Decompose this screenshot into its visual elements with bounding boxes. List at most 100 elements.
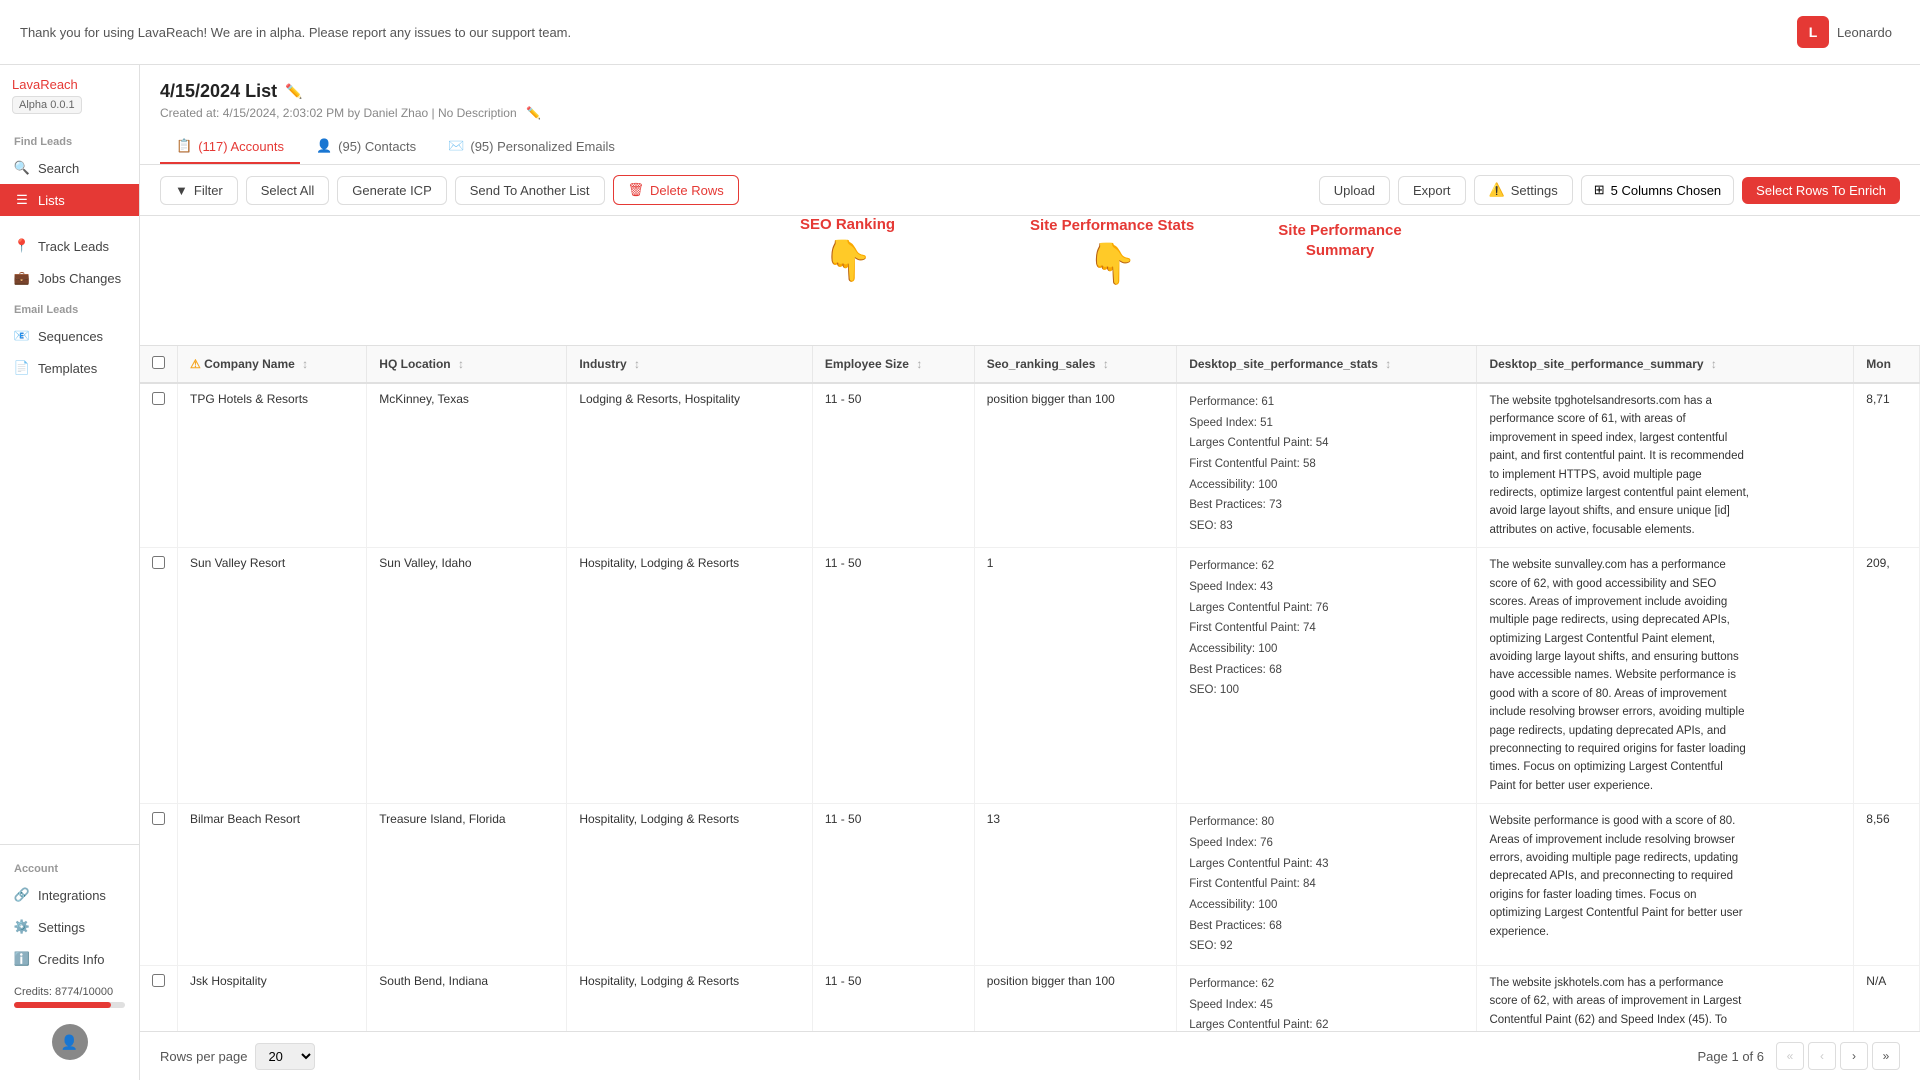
table-header-row: ⚠ Company Name ↕ HQ Location ↕ Industry … xyxy=(140,346,1920,383)
select-all-checkbox[interactable] xyxy=(152,356,165,369)
site-perf-stats-label: Site Performance Stats xyxy=(1030,216,1194,236)
user-avatar-bottom[interactable]: 👤 xyxy=(52,1024,88,1060)
col-chooser-button[interactable]: ⊞ 5 Columns Chosen xyxy=(1581,175,1734,205)
cell-seo-ranking: 1 xyxy=(974,548,1176,804)
delete-rows-button[interactable]: 🗑 Delete Rows xyxy=(613,175,739,205)
sidebar-item-lists[interactable]: ☰ Lists xyxy=(0,184,139,216)
filter-icon: ▼ xyxy=(175,183,188,198)
track-leads-section xyxy=(0,216,139,230)
toolbar-right: Upload Export ⚠️ ⚠ Settings Settings ⊞ 5… xyxy=(1319,175,1900,205)
sidebar-item-jobs-changes[interactable]: 💼 Jobs Changes xyxy=(0,262,139,294)
settings-button[interactable]: ⚠️ ⚠ Settings Settings xyxy=(1474,175,1573,205)
seo-ranking-label: SEO Ranking xyxy=(800,216,895,233)
sidebar-item-settings[interactable]: ⚙️ Settings xyxy=(0,911,139,943)
edit-title-icon[interactable]: ✏️ xyxy=(285,83,302,100)
generate-icp-label: Generate ICP xyxy=(352,183,432,198)
logo: LavaReach Alpha 0.0.1 xyxy=(0,77,139,126)
cell-company: Jsk Hospitality xyxy=(178,966,367,1031)
cell-mon: 209, xyxy=(1854,548,1920,804)
select-rows-enrich-button[interactable]: Select Rows To Enrich xyxy=(1742,177,1900,204)
sidebar-item-templates[interactable]: 📄 Templates xyxy=(0,352,139,384)
logo-lava: Lava xyxy=(12,77,40,92)
sort-hq-icon[interactable]: ↕ xyxy=(458,357,464,371)
tab-accounts-label: (117) Accounts xyxy=(198,139,284,154)
cell-industry: Hospitality, Lodging & Resorts xyxy=(567,966,813,1031)
credits-bar-container: Credits: 8774/10000 xyxy=(0,975,139,1016)
sidebar-item-search[interactable]: 🔍 Search xyxy=(0,152,139,184)
row-checkbox-cell xyxy=(140,804,178,966)
top-banner: Thank you for using LavaReach! We are in… xyxy=(0,0,1920,65)
th-checkbox xyxy=(140,346,178,383)
perf-stats-content: Performance: 62Speed Index: 45Larges Con… xyxy=(1189,974,1464,1031)
credits-icon: ℹ️ xyxy=(14,951,30,967)
delete-rows-label: Delete Rows xyxy=(650,183,724,198)
row-checkbox[interactable] xyxy=(152,812,165,825)
first-page-btn[interactable]: « xyxy=(1776,1042,1804,1070)
send-to-list-button[interactable]: Send To Another List xyxy=(455,176,605,205)
table-body: TPG Hotels & Resorts McKinney, Texas Lod… xyxy=(140,383,1920,1031)
cell-hq: McKinney, Texas xyxy=(367,383,567,548)
row-checkbox[interactable] xyxy=(152,392,165,405)
sidebar-item-credits-info[interactable]: ℹ️ Credits Info xyxy=(0,943,139,975)
sidebar-item-sequences[interactable]: 📧 Sequences xyxy=(0,320,139,352)
sidebar-integrations-label: Integrations xyxy=(38,888,106,903)
filter-button[interactable]: ▼ Filter xyxy=(160,176,238,205)
sort-industry-icon[interactable]: ↕ xyxy=(634,357,640,371)
sidebar-item-integrations[interactable]: 🔗 Integrations xyxy=(0,879,139,911)
user-menu-button[interactable]: L Leonardo xyxy=(1789,12,1900,52)
th-mon: Mon xyxy=(1854,346,1920,383)
column-tooltips-area: SEO Ranking 👇 Site Performance Stats 👇 S… xyxy=(140,216,1920,346)
rows-per-page-select[interactable]: 20 50 100 xyxy=(255,1043,315,1070)
th-hq-label: HQ Location xyxy=(379,357,450,371)
cell-employee-size: 11 - 50 xyxy=(812,548,974,804)
trash-icon: 🗑 xyxy=(628,182,645,198)
pagination-bar: Rows per page 20 50 100 Page 1 of 6 « ‹ … xyxy=(140,1031,1920,1080)
sort-perf-stats-icon[interactable]: ↕ xyxy=(1385,357,1391,371)
sort-seo-icon[interactable]: ↕ xyxy=(1103,357,1109,371)
select-all-button[interactable]: Select All xyxy=(246,176,329,205)
tab-emails[interactable]: ✉️ (95) Personalized Emails xyxy=(432,130,631,164)
cell-perf-stats: Performance: 80Speed Index: 76Larges Con… xyxy=(1177,804,1477,966)
tab-accounts[interactable]: 📋 (117) Accounts xyxy=(160,130,300,164)
row-checkbox[interactable] xyxy=(152,974,165,987)
next-page-btn[interactable]: › xyxy=(1840,1042,1868,1070)
cell-industry: Hospitality, Lodging & Resorts xyxy=(567,804,813,966)
sort-company-icon[interactable]: ↕ xyxy=(302,357,308,371)
cell-perf-summary: The website jskhotels.com has a performa… xyxy=(1477,966,1854,1031)
sidebar-search-label: Search xyxy=(38,161,79,176)
summary-text-content: The website jskhotels.com has a performa… xyxy=(1489,974,1749,1031)
table-row: TPG Hotels & Resorts McKinney, Texas Lod… xyxy=(140,383,1920,548)
prev-page-btn[interactable]: ‹ xyxy=(1808,1042,1836,1070)
perf-stats-content: Performance: 80Speed Index: 76Larges Con… xyxy=(1189,812,1464,957)
table-row: Sun Valley Resort Sun Valley, Idaho Hosp… xyxy=(140,548,1920,804)
logo-text: LavaReach xyxy=(12,77,127,92)
tab-contacts[interactable]: 👤 (95) Contacts xyxy=(300,130,432,164)
edit-meta-icon[interactable]: ✏️ xyxy=(526,106,541,120)
export-button[interactable]: Export xyxy=(1398,176,1466,205)
row-checkbox[interactable] xyxy=(152,556,165,569)
cell-perf-summary: The website sunvalley.com has a performa… xyxy=(1477,548,1854,804)
tab-emails-icon: ✉️ xyxy=(448,138,464,154)
table-container[interactable]: ⚠ Company Name ↕ HQ Location ↕ Industry … xyxy=(140,346,1920,1031)
sort-perf-summary-icon[interactable]: ↕ xyxy=(1711,357,1717,371)
account-section: Account xyxy=(0,853,139,879)
upload-button[interactable]: Upload xyxy=(1319,176,1390,205)
cell-hq: Sun Valley, Idaho xyxy=(367,548,567,804)
sidebar-track-leads-label: Track Leads xyxy=(38,239,109,254)
search-icon: 🔍 xyxy=(14,160,30,176)
cell-seo-ranking: position bigger than 100 xyxy=(974,383,1176,548)
integrations-icon: 🔗 xyxy=(14,887,30,903)
cell-seo-ranking: position bigger than 100 xyxy=(974,966,1176,1031)
generate-icp-button[interactable]: Generate ICP xyxy=(337,176,447,205)
th-seo-ranking: Seo_ranking_sales ↕ xyxy=(974,346,1176,383)
cell-industry: Hospitality, Lodging & Resorts xyxy=(567,548,813,804)
th-industry-label: Industry xyxy=(579,357,626,371)
email-leads-section: Email Leads xyxy=(0,294,139,320)
site-perf-stats-tooltip: Site Performance Stats 👇 xyxy=(1030,216,1194,287)
last-page-btn[interactable]: » xyxy=(1872,1042,1900,1070)
sort-employee-icon[interactable]: ↕ xyxy=(916,357,922,371)
sidebar-item-track-leads[interactable]: 📍 Track Leads xyxy=(0,230,139,262)
site-perf-summary-label: Site Performance Summary xyxy=(1250,221,1430,260)
sidebar-bottom: Account 🔗 Integrations ⚙️ Settings ℹ️ Cr… xyxy=(0,844,139,1068)
table-row: Jsk Hospitality South Bend, Indiana Hosp… xyxy=(140,966,1920,1031)
